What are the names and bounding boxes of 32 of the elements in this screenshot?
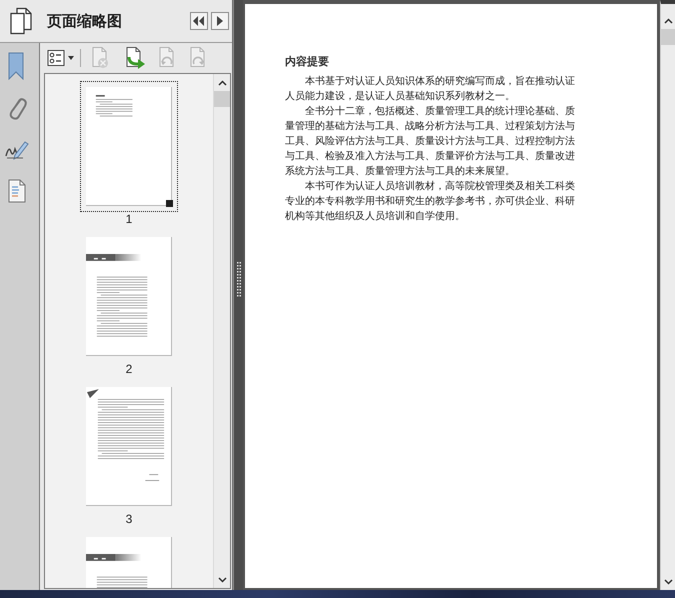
right-arrow-icon [217,16,223,26]
grip-dots-icon [236,262,240,298]
page-number: 1 [126,212,132,226]
page-number: 3 [126,512,132,526]
document-paragraph: 本书可作为认证人员培训教材，高等院校管理类及相关工科类专业的本专科教学用书和研究生的教学参考书，亦可供企业、科研机构等其他组织及人员培训和自学使用。 [285,180,575,224]
bookmark-icon[interactable] [8,52,24,80]
page-thumbnail[interactable] [80,81,178,212]
collapse-button[interactable] [190,12,208,30]
chevron-up-icon[interactable] [664,18,672,24]
signature-pen-icon[interactable] [5,139,29,161]
page-number: 2 [126,362,132,376]
pages-icon [9,7,33,35]
document-icon[interactable] [8,179,26,203]
document-paragraph: 本书基于对认证人员知识体系的研究编写而成，旨在推动认证人员能力建设，是认证人员基础知识系列教材之一。 [285,74,575,104]
double-left-arrow-icon [193,16,205,26]
scrollbar-thumb[interactable] [661,29,675,45]
scrollbar-thumb[interactable] [214,91,230,107]
expand-button[interactable] [211,12,229,30]
resize-handle[interactable] [166,200,173,207]
scrollbar[interactable] [660,0,675,590]
paperclip-icon[interactable] [7,96,27,122]
page-thumbnail[interactable] [86,237,172,356]
document-paragraph: 全书分十二章，包括概述、质量管理工具的统计理论基础、质量管理的基础方法与工具、战略分析方法与工具、过程策划方法与工具、风险评估方法与工具、质量设计方法与工具、过程控制方法与工具、检验及准入方法与工具、质量评价方法与工具、质量改进系统方法与工具、质量管理方法与工具的未来展望。 [285,104,575,179]
chevron-up-icon[interactable] [218,80,226,86]
panel-title: 页面缩略图 [47,12,123,30]
list-icon[interactable] [47,49,65,67]
chevron-down-icon[interactable] [218,577,226,583]
page-thumbnail[interactable] [86,387,172,506]
caret-icon[interactable] [68,56,74,60]
document-heading: 内容提要 [285,55,330,69]
chevron-down-icon[interactable] [664,579,672,585]
page-arrow-icon[interactable] [124,46,146,70]
